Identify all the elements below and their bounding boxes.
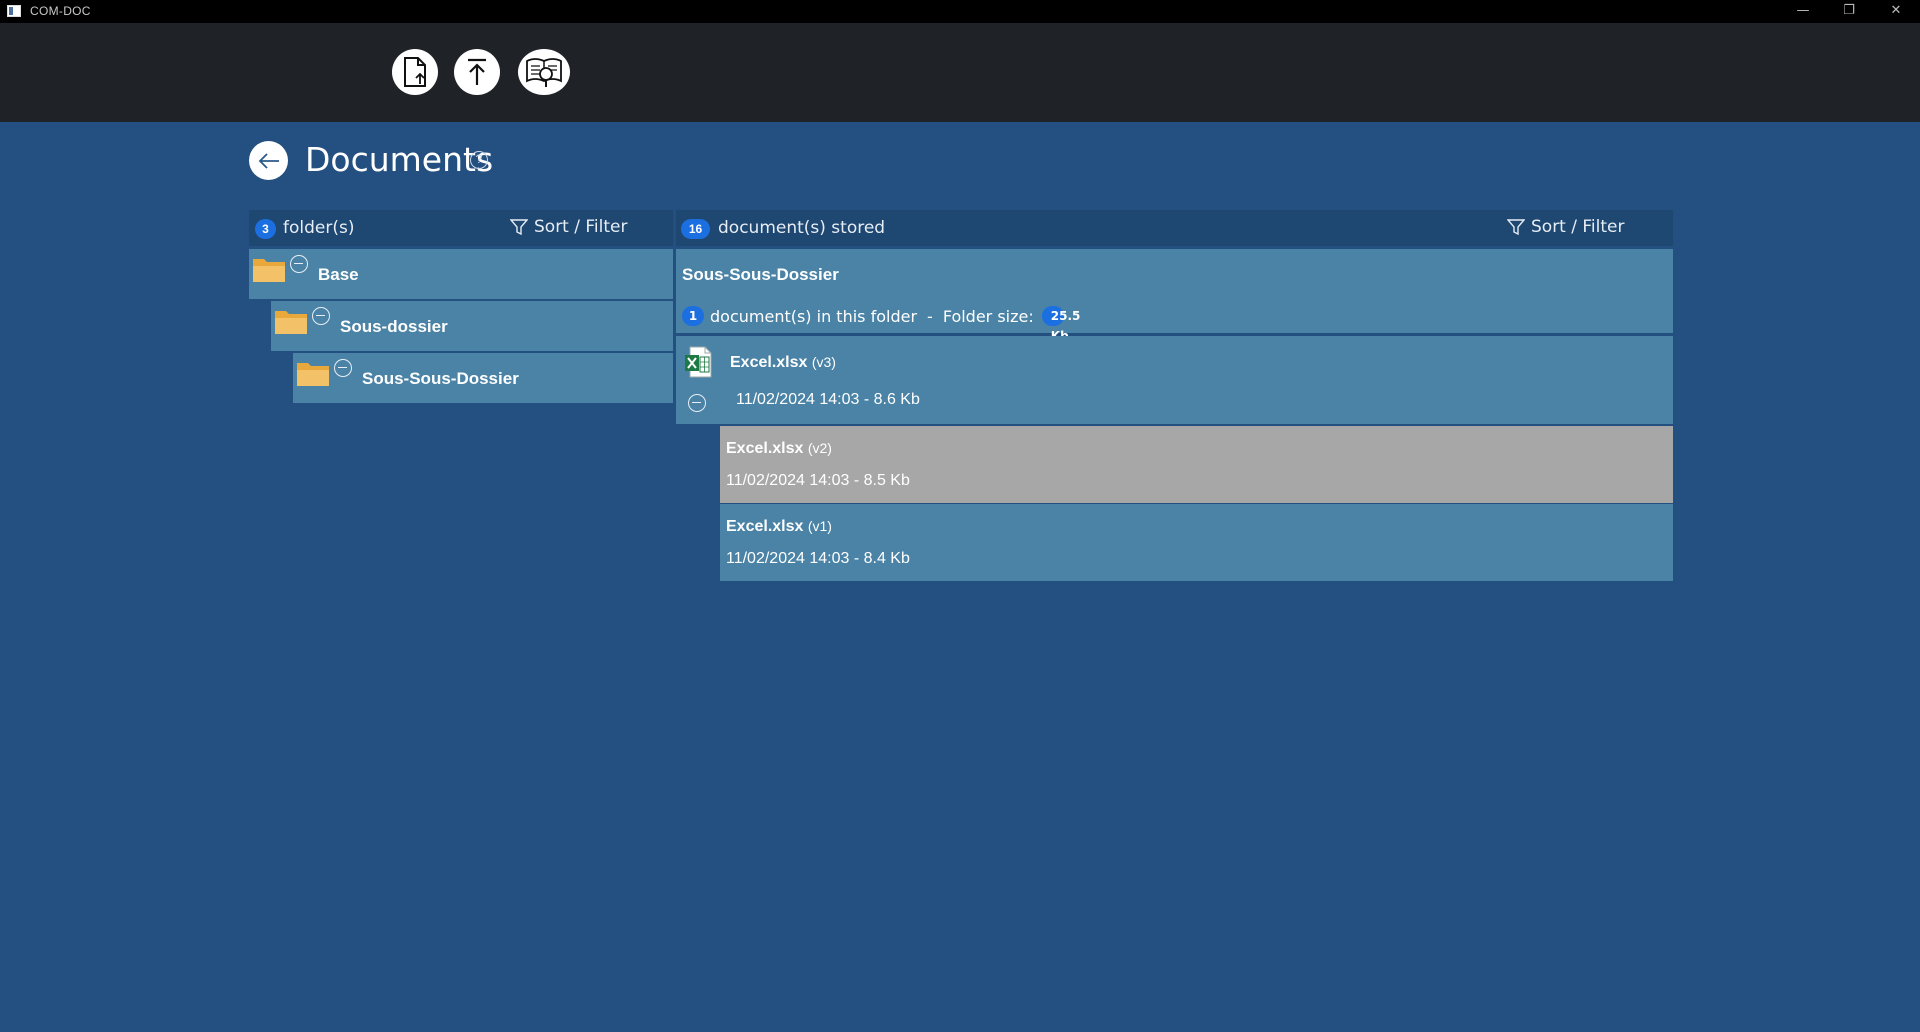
folder-row-base[interactable]: Base xyxy=(249,249,673,299)
folder-row-sous-dossier[interactable]: Sous-dossier xyxy=(271,301,673,351)
read-document-icon xyxy=(526,58,562,87)
version-label: (v2) xyxy=(807,440,832,456)
window-title: COM-DOC xyxy=(30,4,91,18)
folder-count-badge: 3 xyxy=(255,219,276,239)
documents-header: 16 document(s) stored Sort / Filter xyxy=(676,210,1673,246)
folders-sort-filter-label: Sort / Filter xyxy=(534,217,628,237)
version-row-v1[interactable]: Excel.xlsx (v1) 11/02/2024 14:03 - 8.4 K… xyxy=(720,504,1673,581)
document-meta: 11/02/2024 14:03 - 8.6 Kb xyxy=(736,391,920,408)
folder-icon xyxy=(253,259,285,282)
document-name: Excel.xlsx (v3) xyxy=(730,354,836,371)
new-document-button[interactable] xyxy=(392,49,438,95)
folder-doc-count-badge: 1 xyxy=(682,306,704,326)
folder-doc-count-label: document(s) in this folder xyxy=(710,306,918,326)
toolbar xyxy=(0,23,1920,122)
folder-icon xyxy=(297,363,329,386)
version-meta: 11/02/2024 14:03 - 8.4 Kb xyxy=(726,550,910,567)
document-version: (v3) xyxy=(811,354,836,370)
folders-header: 3 folder(s) Sort / Filter xyxy=(249,210,673,246)
upload-icon xyxy=(468,58,486,85)
collapse-icon[interactable] xyxy=(334,359,352,377)
minimize-button[interactable]: — xyxy=(1780,0,1826,23)
folder-row-sous-sous-dossier[interactable]: Sous-Sous-Dossier xyxy=(293,353,673,403)
folder-label: Base xyxy=(318,265,359,284)
version-row-v2[interactable]: Excel.xlsx (v2) 11/02/2024 14:03 - 8.5 K… xyxy=(720,426,1673,503)
funnel-icon xyxy=(1507,219,1525,236)
folder-size-badge: 25.5 Kb xyxy=(1041,306,1080,343)
read-document-button[interactable] xyxy=(518,49,570,95)
folder-size-label: Folder size: xyxy=(942,306,1034,326)
folder-label: Sous-Sous-Dossier xyxy=(362,369,519,388)
summary-separator: - xyxy=(927,306,933,326)
collapse-icon[interactable] xyxy=(290,255,308,273)
selected-folder-title: Sous-Sous-Dossier xyxy=(682,265,839,284)
folders-label: folder(s) xyxy=(283,218,355,238)
collapse-icon[interactable] xyxy=(312,307,330,325)
documents-label: document(s) stored xyxy=(718,218,886,238)
collapse-icon[interactable] xyxy=(688,394,706,412)
documents-sort-filter-button[interactable]: Sort / Filter xyxy=(1507,217,1624,237)
page-title: Documents xyxy=(305,140,494,179)
folder-icon xyxy=(275,311,307,334)
version-name: Excel.xlsx (v2) xyxy=(726,440,832,457)
folder-label: Sous-dossier xyxy=(340,317,448,336)
version-meta: 11/02/2024 14:03 - 8.5 Kb xyxy=(726,472,910,489)
arrow-left-icon xyxy=(258,152,279,169)
app-icon xyxy=(7,5,21,17)
back-button[interactable] xyxy=(249,141,288,180)
folder-summary: 1 document(s) in this folder - Folder si… xyxy=(682,305,1080,343)
title-bar: COM-DOC — ❐ ✕ xyxy=(0,0,1920,23)
version-label: (v1) xyxy=(807,518,832,534)
document-count-badge: 16 xyxy=(681,219,710,239)
upload-button[interactable] xyxy=(454,49,500,95)
help-icon[interactable]: ? xyxy=(470,151,488,169)
folders-sort-filter-button[interactable]: Sort / Filter xyxy=(510,217,627,237)
close-button[interactable]: ✕ xyxy=(1873,0,1919,23)
maximize-button[interactable]: ❐ xyxy=(1826,0,1872,23)
folder-info-panel: Sous-Sous-Dossier 1 document(s) in this … xyxy=(676,249,1673,343)
new-document-icon xyxy=(404,57,426,87)
funnel-icon xyxy=(510,219,528,236)
document-row[interactable]: Excel.xlsx (v3) 11/02/2024 14:03 - 8.6 K… xyxy=(676,336,1673,424)
excel-file-icon xyxy=(685,346,712,378)
documents-sort-filter-label: Sort / Filter xyxy=(1531,217,1625,237)
version-name: Excel.xlsx (v1) xyxy=(726,518,832,535)
